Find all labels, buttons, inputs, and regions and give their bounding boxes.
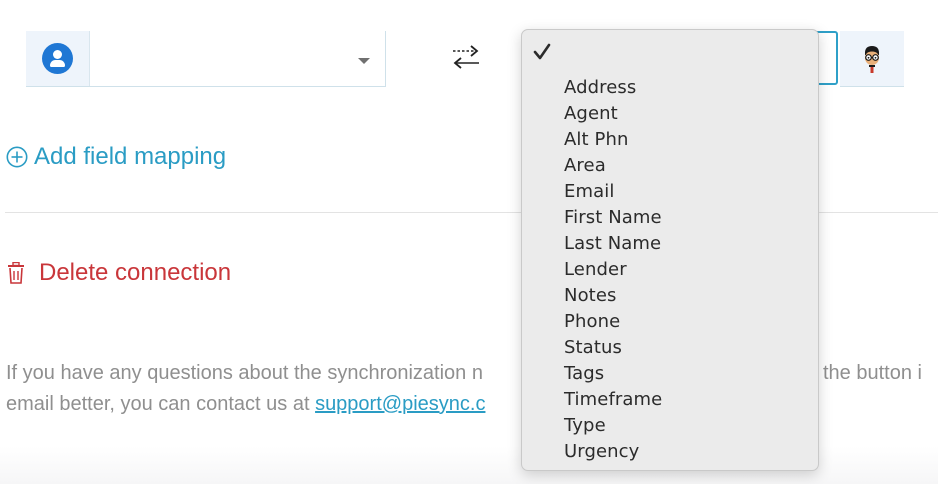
help-text-part: email better, you can contact us at bbox=[6, 393, 316, 415]
left-app-icon-box bbox=[26, 31, 90, 86]
help-text-part: n bbox=[471, 362, 483, 384]
dropdown-option[interactable]: Area bbox=[522, 153, 818, 179]
dropdown-option[interactable]: Urgency bbox=[522, 439, 818, 465]
dropdown-option[interactable]: Timeframe bbox=[522, 387, 818, 413]
swap-arrows-icon[interactable] bbox=[450, 44, 482, 70]
right-app-icon-box bbox=[840, 31, 904, 87]
trash-icon bbox=[8, 262, 24, 284]
left-field-select[interactable] bbox=[26, 31, 386, 87]
dropdown-option[interactable]: First Name bbox=[522, 205, 818, 231]
dropdown-option[interactable]: Email bbox=[522, 179, 818, 205]
checkmark-icon bbox=[533, 43, 551, 60]
dropdown-option[interactable]: Status bbox=[522, 335, 818, 361]
dropdown-option[interactable]: Tags bbox=[522, 361, 818, 387]
person-circle-icon bbox=[42, 43, 73, 74]
dropdown-options-list: Address Agent Alt Phn Area Email First Name La… bbox=[522, 75, 818, 465]
help-text-part: If you have any questions about the sync… bbox=[6, 362, 472, 384]
dropdown-option[interactable]: Notes bbox=[522, 283, 818, 309]
delete-connection-link[interactable]: Delete connection bbox=[7, 256, 231, 290]
dropdown-option[interactable]: Agent bbox=[522, 101, 818, 127]
plus-circle-icon bbox=[6, 146, 28, 168]
add-field-mapping-link[interactable]: Add field mapping bbox=[6, 140, 226, 174]
dropdown-option[interactable]: Last Name bbox=[522, 231, 818, 257]
dropdown-option[interactable]: Type bbox=[522, 413, 818, 439]
help-text-line-2: email better, you can contact us at supp… bbox=[6, 393, 485, 416]
chevron-down-icon[interactable] bbox=[358, 58, 370, 64]
help-text-part: the button i bbox=[823, 362, 922, 384]
avatar-glasses-icon bbox=[865, 46, 879, 73]
dropdown-option[interactable]: Alt Phn bbox=[522, 127, 818, 153]
dropdown-option[interactable]: Address bbox=[522, 75, 818, 101]
support-email-link[interactable]: support@piesync.c bbox=[315, 393, 485, 415]
delete-connection-label: Delete connection bbox=[39, 259, 232, 286]
field-options-dropdown[interactable]: Address Agent Alt Phn Area Email First Name La… bbox=[521, 29, 819, 471]
help-text-line-1-right: the button i bbox=[823, 362, 922, 385]
dropdown-option[interactable]: Phone bbox=[522, 309, 818, 335]
dropdown-option[interactable]: Lender bbox=[522, 257, 818, 283]
help-text-line-1: If you have any questions about the sync… bbox=[6, 362, 483, 385]
add-field-mapping-label: Add field mapping bbox=[34, 143, 227, 170]
